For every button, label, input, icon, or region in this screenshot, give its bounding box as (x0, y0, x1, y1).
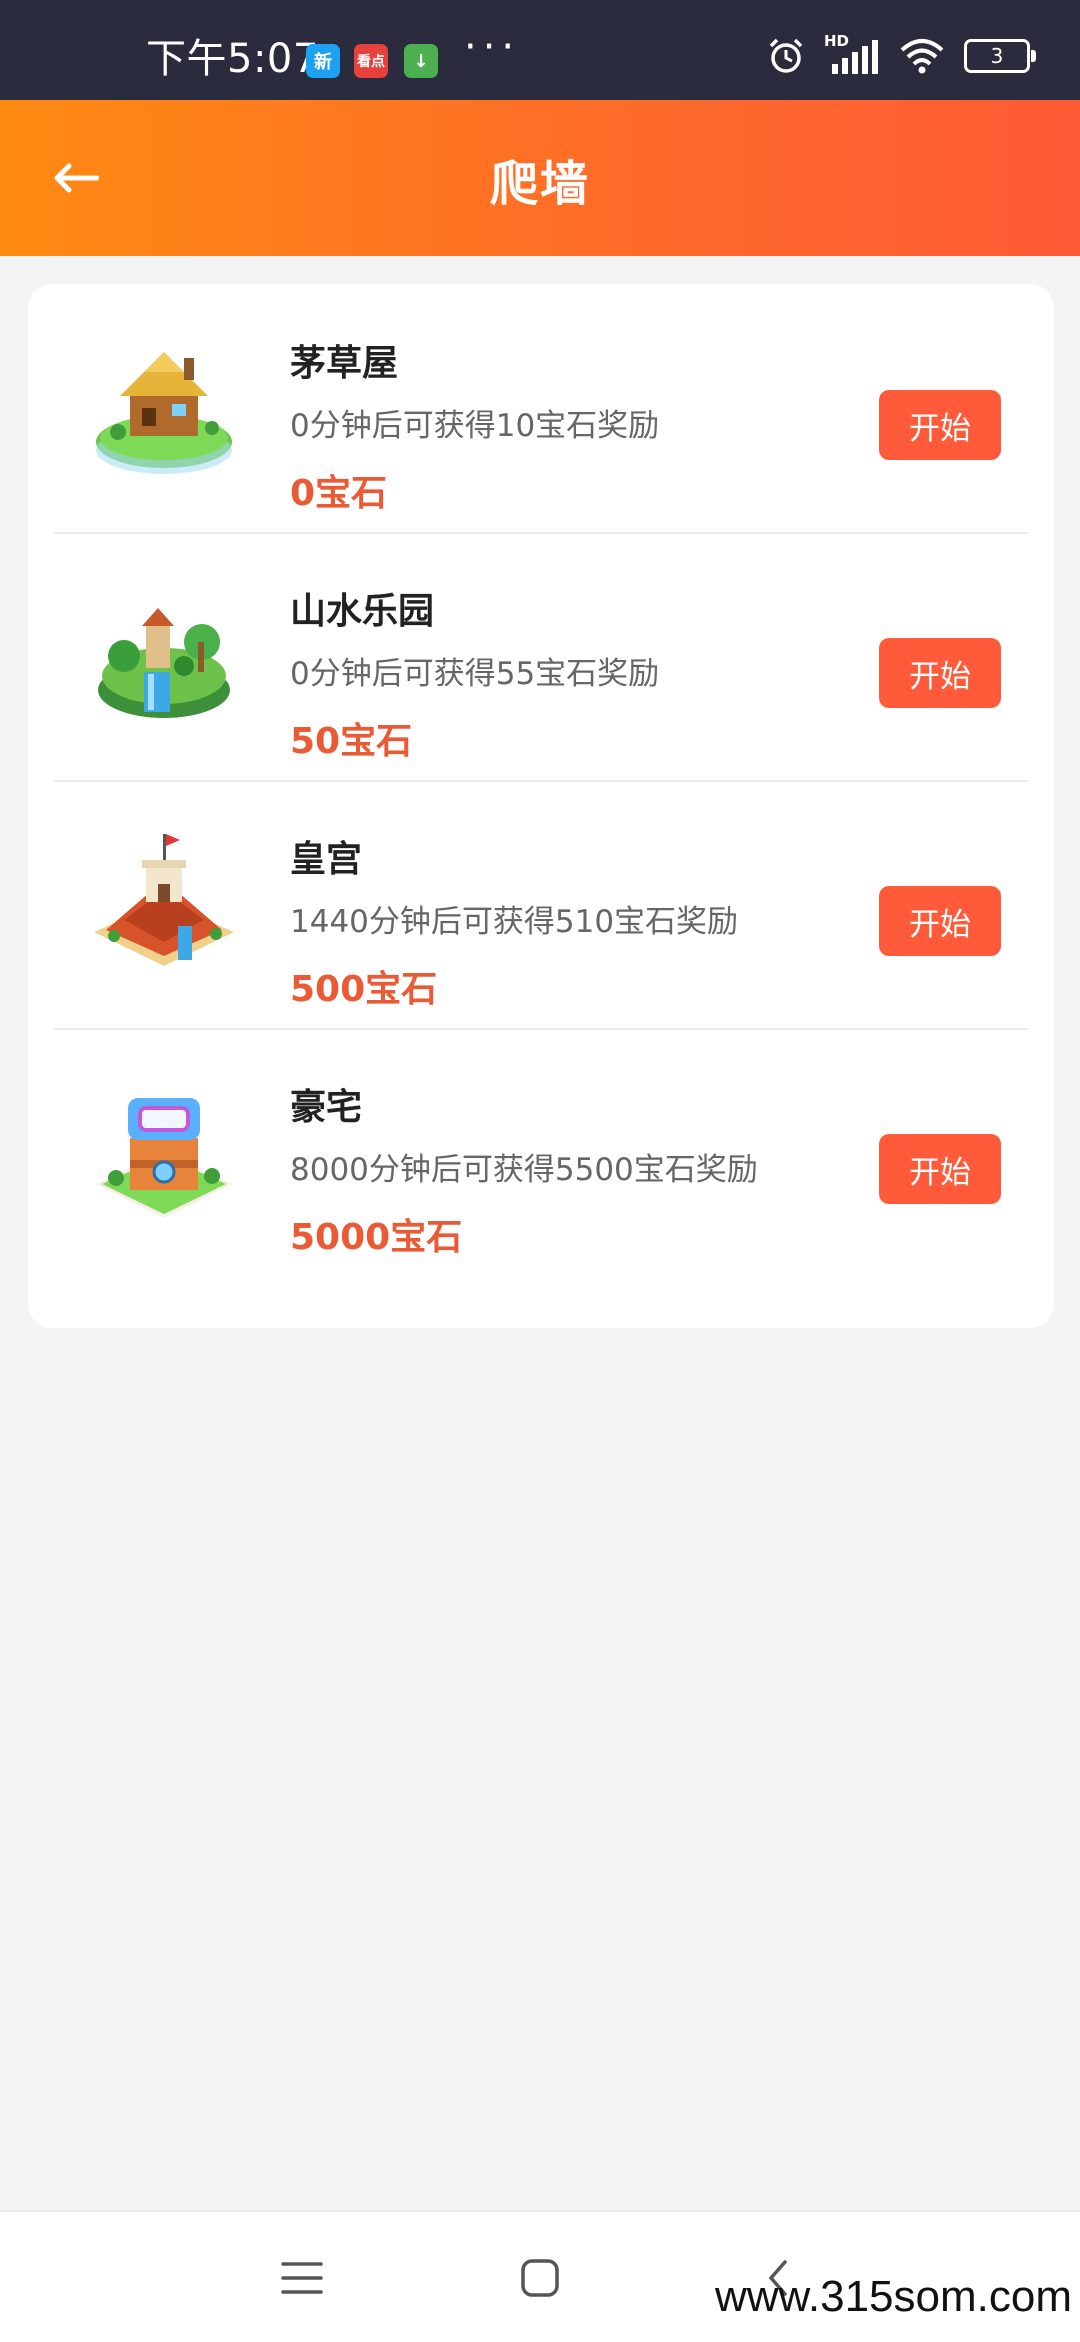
news-app-icon: 新 (306, 44, 340, 78)
list-item: 山水乐园 0分钟后可获得55宝石奖励 50宝石 开始 (54, 532, 1028, 782)
start-button[interactable]: 开始 (879, 390, 1001, 460)
watermark-text: www.315som.com (714, 2272, 1072, 2321)
battery-icon: 3 (964, 39, 1036, 73)
thatched-house-icon (96, 352, 232, 474)
building-list-card: 茅草屋 0分钟后可获得10宝石奖励 0宝石 开始 山水乐园 0分钟后可获得55宝… (28, 284, 1054, 1328)
palace-icon (94, 834, 234, 966)
battery-level: 3 (990, 44, 1004, 68)
item-description: 1440分钟后可获得510宝石奖励 (290, 904, 739, 940)
alarm-icon (769, 38, 803, 73)
mansion-icon (96, 1098, 232, 1218)
menu-icon (281, 2262, 323, 2294)
wifi-icon (900, 39, 944, 74)
home-button[interactable] (510, 2248, 570, 2308)
page-title: 爬墙 (489, 156, 590, 212)
app-header: 爬墙 (0, 100, 1080, 256)
status-icons: HD 3 (766, 32, 1036, 76)
start-button[interactable]: 开始 (879, 638, 1001, 708)
item-name: 山水乐园 (290, 591, 435, 632)
home-icon (521, 2259, 559, 2297)
item-gems: 50宝石 (290, 721, 413, 762)
list-item: 豪宅 8000分钟后可获得5500宝石奖励 5000宝石 开始 (54, 1028, 1028, 1276)
item-gems: 0宝石 (290, 473, 388, 514)
item-name: 豪宅 (290, 1087, 363, 1128)
item-gems: 5000宝石 (290, 1217, 463, 1258)
signal-icon: HD (824, 32, 880, 76)
status-time: 下午5:07 (146, 36, 319, 82)
list-item: 皇宫 1440分钟后可获得510宝石奖励 500宝石 开始 (54, 780, 1028, 1030)
menu-button[interactable] (272, 2248, 332, 2308)
list-item: 茅草屋 0分钟后可获得10宝石奖励 0宝石 开始 (54, 284, 1028, 534)
item-description: 8000分钟后可获得5500宝石奖励 (290, 1152, 758, 1188)
item-name: 茅草屋 (290, 343, 399, 384)
status-bar: 下午5:07 新 看点 ↓ ··· HD 3 (0, 0, 1080, 100)
item-name: 皇宫 (290, 839, 363, 880)
start-button[interactable]: 开始 (879, 1134, 1001, 1204)
item-description: 0分钟后可获得10宝石奖励 (290, 408, 660, 444)
start-button[interactable]: 开始 (879, 886, 1001, 956)
video-app-icon: 看点 (354, 44, 388, 78)
item-description: 0分钟后可获得55宝石奖励 (290, 656, 660, 692)
waterfall-island-icon (98, 608, 230, 718)
download-app-icon: ↓ (404, 44, 438, 78)
item-gems: 500宝石 (290, 969, 438, 1010)
more-notifications-icon: ··· (464, 24, 521, 70)
